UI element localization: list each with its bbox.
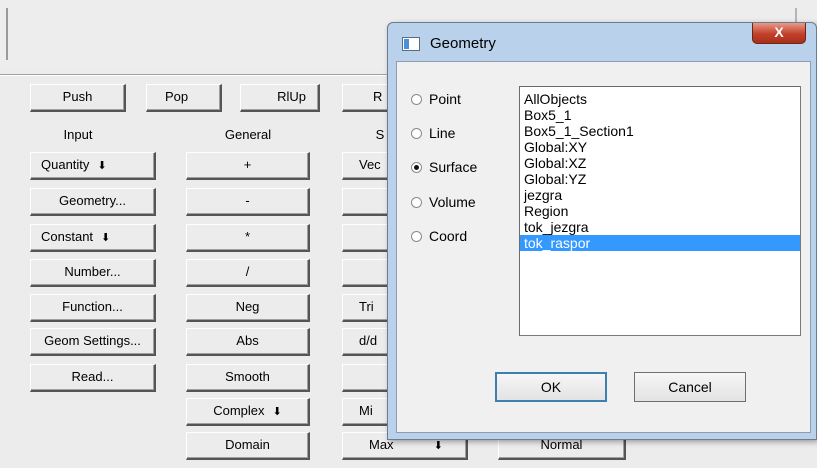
list-item[interactable]: Box5_1_Section1 (520, 123, 800, 139)
list-item-selected[interactable]: tok_raspor (520, 235, 800, 251)
radio-surface[interactable]: Surface (411, 159, 477, 177)
dropdown-arrow-icon: ⬇ (101, 232, 111, 244)
push-button[interactable]: Push (30, 84, 126, 112)
radio-label: Line (429, 125, 456, 141)
geometry-listbox[interactable]: AllObjects Box5_1 Box5_1_Section1 Global… (519, 86, 801, 336)
number-button[interactable]: Number... (30, 259, 156, 287)
list-item[interactable]: Region (520, 203, 800, 219)
complex-dropdown-button[interactable]: Complex ⬇ (186, 398, 310, 426)
display-left-divider (6, 8, 8, 60)
window-icon (402, 37, 420, 51)
smooth-button[interactable]: Smooth (186, 364, 310, 392)
radio-circle-icon (411, 94, 422, 105)
constant-dropdown-button[interactable]: Constant ⬇ (30, 224, 156, 252)
r-button[interactable]: R (342, 84, 392, 112)
radio-coord[interactable]: Coord (411, 228, 467, 246)
radio-circle-icon (411, 128, 422, 139)
complex-label: Complex (213, 403, 265, 418)
radio-label: Coord (429, 228, 468, 244)
third-column-button-3[interactable] (342, 224, 392, 252)
general-column-header: General (224, 127, 272, 142)
derivative-button[interactable]: d/d (342, 328, 392, 356)
function-button[interactable]: Function... (30, 294, 156, 322)
geom-settings-button[interactable]: Geom Settings... (30, 328, 156, 356)
radio-label: Surface (429, 159, 478, 175)
close-icon: X (774, 24, 784, 40)
radio-circle-icon (411, 231, 422, 242)
radio-volume[interactable]: Volume (411, 194, 476, 212)
radio-label: Point (429, 91, 461, 107)
radio-point[interactable]: Point (411, 91, 461, 109)
pop-button[interactable]: Pop (146, 84, 222, 112)
vector-button[interactable]: Vec (342, 152, 392, 180)
divide-button[interactable]: / (186, 259, 310, 287)
ok-button[interactable]: OK (495, 372, 607, 402)
third-column-button-2[interactable] (342, 188, 392, 216)
geometry-button[interactable]: Geometry... (30, 188, 156, 216)
domain-button[interactable]: Domain (186, 432, 310, 460)
input-column-header: Input (63, 127, 93, 142)
radio-line[interactable]: Line (411, 125, 455, 143)
dropdown-arrow-icon: ⬇ (97, 160, 107, 172)
geometry-dialog: Geometry X Point Line Surface Volume Coo… (387, 22, 817, 440)
quantity-label: Quantity (41, 157, 90, 172)
dropdown-arrow-icon: ⬇ (433, 440, 443, 452)
plus-button[interactable]: + (186, 152, 310, 180)
third-column-button-4[interactable] (342, 259, 392, 287)
read-button[interactable]: Read... (30, 364, 156, 392)
min-button[interactable]: Mi (342, 398, 392, 426)
multiply-button[interactable]: * (186, 224, 310, 252)
list-item[interactable]: Global:YZ (520, 171, 800, 187)
radio-label: Volume (429, 194, 476, 210)
quantity-dropdown-button[interactable]: Quantity ⬇ (30, 152, 156, 180)
minus-button[interactable]: - (186, 188, 310, 216)
list-item[interactable]: Box5_1 (520, 107, 800, 123)
radio-selected-icon (411, 162, 422, 173)
trig-button[interactable]: Tri (342, 294, 392, 322)
list-item[interactable]: Global:XZ (520, 155, 800, 171)
list-item[interactable]: AllObjects (520, 91, 800, 107)
neg-button[interactable]: Neg (186, 294, 310, 322)
dialog-title: Geometry (430, 35, 496, 52)
cancel-button[interactable]: Cancel (634, 372, 746, 402)
list-item[interactable]: tok_jezgra (520, 219, 800, 235)
rlup-button[interactable]: RlUp (240, 84, 320, 112)
list-item[interactable]: jezgra (520, 187, 800, 203)
abs-button[interactable]: Abs (186, 328, 310, 356)
third-column-button-7[interactable] (342, 364, 392, 392)
constant-label: Constant (41, 229, 94, 244)
close-button[interactable]: X (752, 23, 806, 44)
dropdown-arrow-icon: ⬇ (272, 406, 282, 418)
dialog-client-area: Point Line Surface Volume Coord AllObjec… (396, 61, 811, 433)
list-item[interactable]: Global:XY (520, 139, 800, 155)
radio-circle-icon (411, 197, 422, 208)
